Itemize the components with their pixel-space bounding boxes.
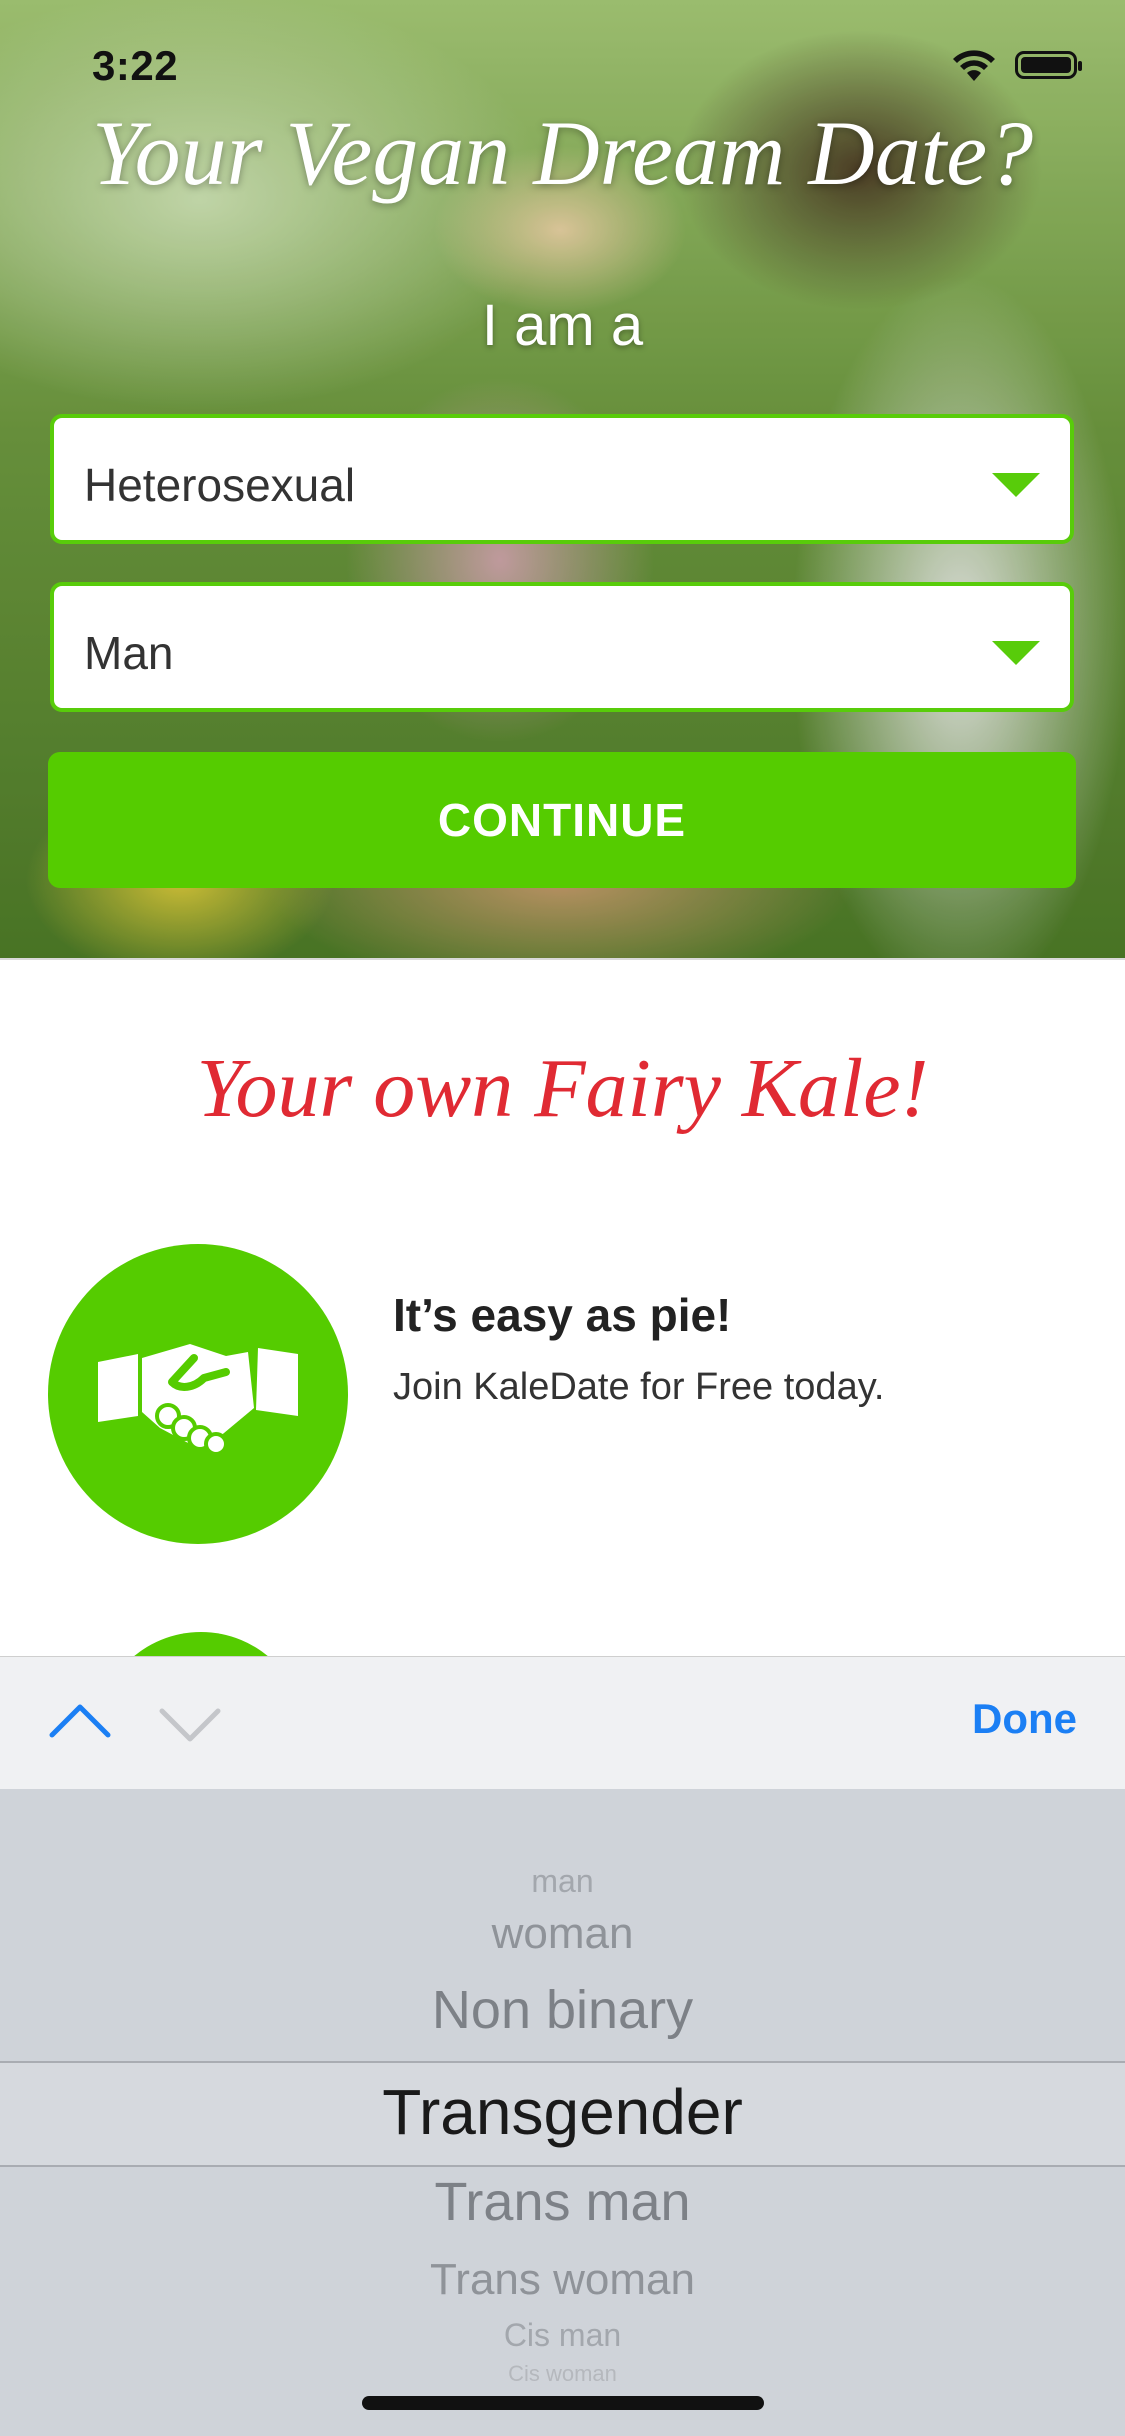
picker-option[interactable]: Trans woman [0,2255,1125,2305]
picker-option[interactable]: Trans man [0,2171,1125,2233]
orientation-select[interactable]: Heterosexual [50,414,1074,544]
chevron-down-icon [992,641,1040,665]
hero-title: Your Vegan Dream Date? [91,102,1034,204]
picker-option[interactable]: man [0,1863,1125,1900]
chevron-down-icon[interactable] [158,1689,222,1753]
done-button[interactable]: Done [972,1695,1077,1743]
feature-description: Join KaleDate for Free today. [393,1366,885,1408]
gender-select[interactable]: Man [50,582,1074,712]
hero-banner: 3:22 Your Vegan Dream Date? I am a Heter… [0,0,1125,960]
home-indicator[interactable] [362,2396,764,2410]
picker-option[interactable]: Cis woman [0,2361,1125,2387]
handshake-icon [98,1344,298,1456]
picker-option[interactable]: woman [0,1909,1125,1959]
picker-toolbar: Done [0,1656,1125,1789]
feature-title: It’s easy as pie! [393,1289,732,1341]
picker-option[interactable]: Cis man [0,2317,1125,2354]
gender-picker-wheel[interactable]: man woman Non binary Transgender Trans m… [0,1789,1125,2436]
hero-divider [0,958,1125,960]
status-time: 3:22 [92,42,179,89]
picker-option[interactable]: Non binary [0,1979,1125,2041]
feature-icon-circle [48,1244,348,1544]
wifi-icon [953,50,995,81]
chevron-up-icon[interactable] [48,1689,112,1753]
battery-icon [1015,51,1082,79]
tagline: Your own Fairy Kale! [196,1042,929,1135]
continue-button[interactable]: CONTINUE [48,752,1076,888]
chevron-down-icon [992,473,1040,497]
picker-option-selected[interactable]: Transgender [0,2075,1125,2149]
gender-select-value: Man [84,627,174,679]
status-icons [951,48,1082,82]
orientation-select-value: Heterosexual [84,459,356,511]
i-am-a-label: I am a [481,293,644,358]
